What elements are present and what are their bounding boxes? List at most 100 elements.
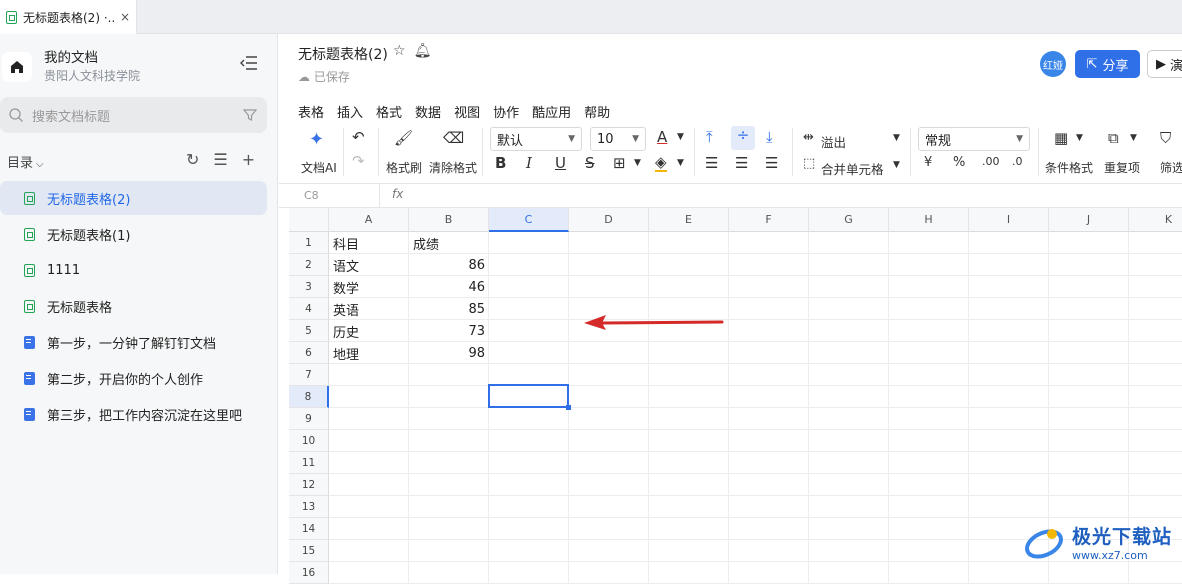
align-right-icon[interactable]: ☰ <box>765 154 778 172</box>
ai-button[interactable]: 文档AI <box>301 159 337 176</box>
align-middle-icon[interactable]: ÷ <box>731 126 755 150</box>
filter-button[interactable]: 筛选 <box>1160 159 1182 176</box>
align-top-icon[interactable]: ⤒ <box>706 128 713 146</box>
align-center-icon[interactable]: ☰ <box>735 154 748 172</box>
menu-item[interactable]: 帮助 <box>584 102 610 121</box>
format-painter-button[interactable]: 格式刷 <box>386 159 422 176</box>
chevron-down-icon[interactable]: ▼ <box>893 133 900 143</box>
chevron-down-icon[interactable]: ▼ <box>1130 133 1137 143</box>
row-header[interactable]: 1 <box>289 232 329 254</box>
undo-icon[interactable]: ↶ <box>352 128 365 146</box>
row-header[interactable]: 11 <box>289 452 329 474</box>
bold-button[interactable]: B <box>495 154 506 172</box>
number-format-select[interactable]: 常规 ▼ <box>918 127 1030 151</box>
menu-item[interactable]: 视图 <box>454 102 480 121</box>
row-header[interactable]: 14 <box>289 518 329 540</box>
row-header[interactable]: 8 <box>289 386 329 408</box>
redo-icon[interactable]: ↷ <box>352 152 365 170</box>
conditional-format-button[interactable]: 条件格式 <box>1045 159 1093 176</box>
cell[interactable]: 73 <box>409 320 489 342</box>
font-color-icon[interactable]: A <box>657 128 667 146</box>
bell-icon[interactable]: 🔔︎ <box>414 43 432 59</box>
column-header[interactable]: G <box>809 208 889 232</box>
menu-item[interactable]: 酷应用 <box>532 102 571 121</box>
italic-button[interactable]: I <box>526 154 532 172</box>
font-select[interactable]: 默认 ▼ <box>490 127 582 151</box>
cell[interactable]: 英语 <box>329 298 409 320</box>
home-icon[interactable] <box>2 52 32 82</box>
column-header[interactable]: H <box>889 208 969 232</box>
row-header[interactable]: 2 <box>289 254 329 276</box>
align-bottom-icon[interactable]: ⤓ <box>766 128 773 146</box>
directory-toggle[interactable]: 目录 ⌵ <box>7 152 44 171</box>
fill-color-icon[interactable]: ◈ <box>655 154 667 172</box>
font-size-select[interactable]: 10 ▼ <box>590 127 646 151</box>
collapse-sidebar-icon[interactable] <box>240 56 258 74</box>
column-header[interactable]: K <box>1129 208 1182 232</box>
sidebar-item[interactable]: 无标题表格(1) <box>0 217 267 251</box>
filter-icon[interactable] <box>243 108 257 122</box>
column-header[interactable]: A <box>329 208 409 232</box>
selected-cell[interactable] <box>488 384 571 410</box>
sidebar-item[interactable]: 第三步，把工作内容沉淀在这里吧 <box>0 397 267 431</box>
star-icon[interactable]: ☆ <box>393 43 406 59</box>
fill-handle[interactable] <box>566 405 571 410</box>
share-button[interactable]: ⇱ 分享 <box>1075 50 1140 78</box>
sidebar-item[interactable]: 无标题表格(2) <box>0 181 267 215</box>
row-header[interactable]: 3 <box>289 276 329 298</box>
cell[interactable]: 46 <box>409 276 489 298</box>
search-box[interactable]: 搜索文档标题 <box>0 97 267 133</box>
menu-item[interactable]: 格式 <box>376 102 402 121</box>
percent-button[interactable]: % <box>953 155 965 170</box>
sidebar-item[interactable]: 无标题表格 <box>0 289 267 323</box>
sidebar-item[interactable]: 第二步，开启你的个人创作 <box>0 361 267 395</box>
cell[interactable]: 98 <box>409 342 489 364</box>
align-left-icon[interactable]: ☰ <box>705 154 718 172</box>
document-tab[interactable]: 无标题表格(2) ·... × <box>0 0 137 34</box>
cell[interactable]: 语文 <box>329 254 409 276</box>
formula-bar[interactable] <box>279 183 1182 208</box>
row-header[interactable]: 10 <box>289 430 329 452</box>
underline-button[interactable]: U <box>555 154 566 172</box>
menu-item[interactable]: 表格 <box>298 102 324 121</box>
border-icon[interactable]: ⊞ <box>613 154 626 172</box>
present-button[interactable]: ▶ 演 <box>1147 50 1182 78</box>
row-header[interactable]: 5 <box>289 320 329 342</box>
row-header[interactable]: 16 <box>289 562 329 584</box>
chevron-down-icon[interactable]: ▼ <box>677 132 684 142</box>
sidebar-item[interactable]: 第一步，一分钟了解钉钉文档 <box>0 325 267 359</box>
cell[interactable]: 地理 <box>329 342 409 364</box>
cell[interactable]: 科目 <box>329 232 409 254</box>
duplicate-button[interactable]: 重复项 <box>1104 159 1140 176</box>
cell[interactable]: 86 <box>409 254 489 276</box>
cell[interactable]: 数学 <box>329 276 409 298</box>
clear-format-button[interactable]: 清除格式 <box>429 159 477 176</box>
select-all-corner[interactable] <box>289 208 329 232</box>
increase-decimal-icon[interactable]: .0 <box>1012 155 1023 168</box>
name-box[interactable]: C8 <box>304 189 319 202</box>
decrease-decimal-icon[interactable]: .00 <box>982 155 1000 168</box>
menu-item[interactable]: 协作 <box>493 102 519 121</box>
column-header[interactable]: J <box>1049 208 1129 232</box>
chevron-down-icon[interactable]: ▼ <box>1076 133 1083 143</box>
cell[interactable]: 85 <box>409 298 489 320</box>
cell[interactable]: 成绩 <box>409 232 489 254</box>
sort-icon[interactable]: ☰ <box>213 150 227 169</box>
row-header[interactable]: 13 <box>289 496 329 518</box>
merge-cells-button[interactable]: 合并单元格 <box>821 159 884 178</box>
cell[interactable]: 历史 <box>329 320 409 342</box>
column-header[interactable]: D <box>569 208 649 232</box>
chevron-down-icon[interactable]: ▼ <box>893 160 900 170</box>
currency-button[interactable]: ¥ <box>924 155 932 170</box>
document-title[interactable]: 无标题表格(2) <box>298 44 388 64</box>
column-header[interactable]: E <box>649 208 729 232</box>
menu-item[interactable]: 数据 <box>415 102 441 121</box>
row-header[interactable]: 15 <box>289 540 329 562</box>
row-header[interactable]: 12 <box>289 474 329 496</box>
strikethrough-button[interactable]: S <box>585 154 595 172</box>
row-header[interactable]: 6 <box>289 342 329 364</box>
chevron-down-icon[interactable]: ▼ <box>634 158 641 168</box>
sidebar-item[interactable]: 1111 <box>0 253 267 287</box>
add-icon[interactable]: + <box>242 150 255 169</box>
chevron-down-icon[interactable]: ▼ <box>677 158 684 168</box>
